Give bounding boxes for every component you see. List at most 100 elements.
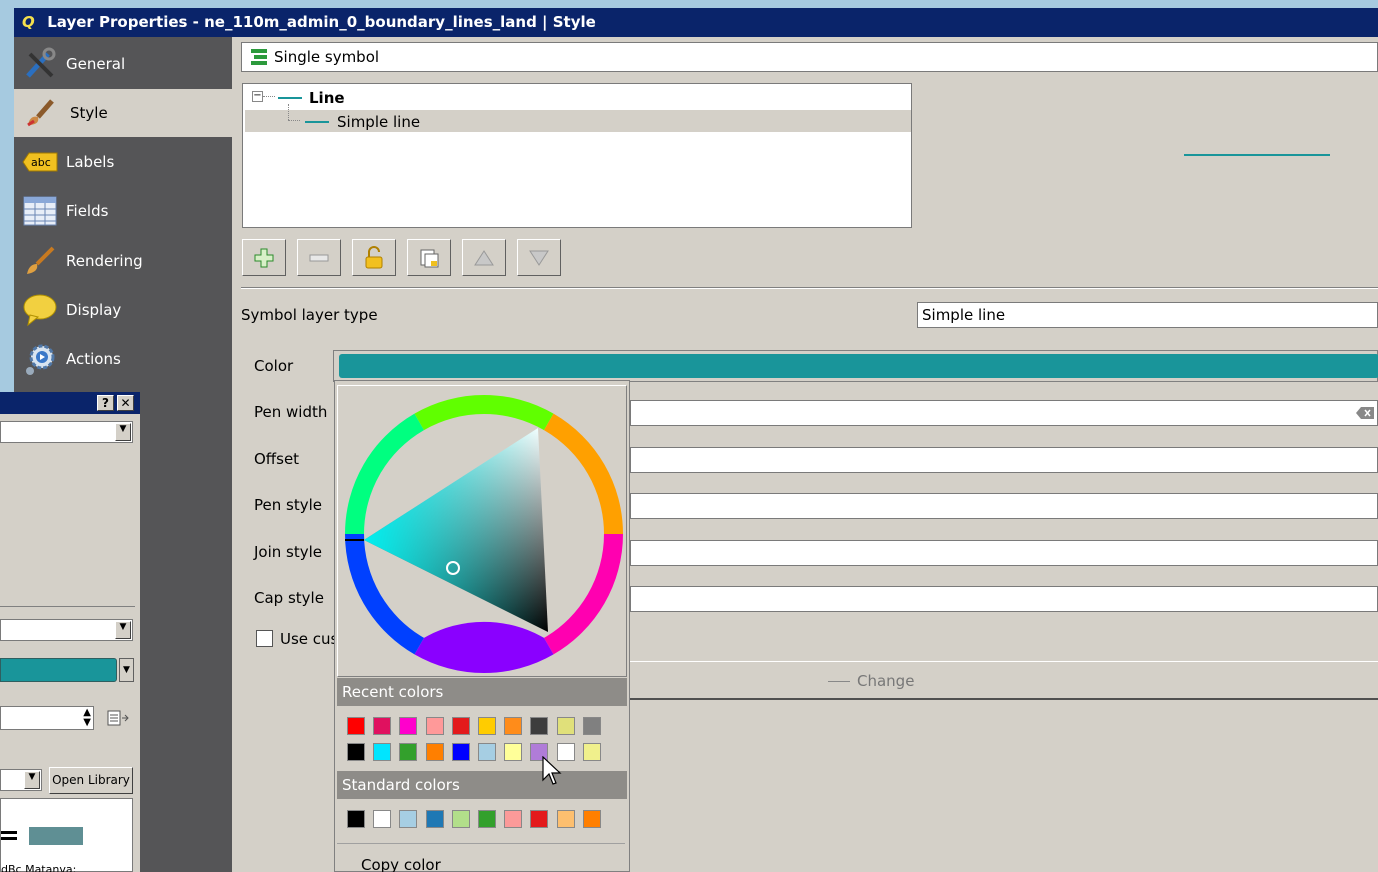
use-custom-checkbox[interactable]	[256, 630, 273, 647]
window-titlebar[interactable]: Q Layer Properties - ne_110m_admin_0_bou…	[14, 8, 1378, 37]
lock-icon	[365, 245, 383, 268]
color-swatch[interactable]	[425, 810, 444, 828]
pen-width-input[interactable]	[630, 400, 1378, 426]
color-swatch[interactable]	[556, 717, 575, 735]
color-swatch[interactable]	[373, 810, 392, 828]
symbol-layer-type-combo[interactable]: Simple line	[917, 302, 1378, 328]
color-swatch[interactable]	[530, 717, 549, 735]
tree-line	[263, 96, 275, 97]
standard-colors-header: Standard colors	[337, 771, 627, 799]
dock-color-button[interactable]	[0, 658, 117, 682]
color-swatch[interactable]	[504, 810, 523, 828]
color-swatch[interactable]	[425, 743, 444, 761]
color-swatch[interactable]	[373, 743, 392, 761]
color-swatch[interactable]	[347, 810, 365, 828]
sidebar-item-label: Actions	[66, 350, 121, 368]
color-swatch[interactable]	[582, 743, 601, 761]
color-swatch[interactable]	[530, 810, 549, 828]
sidebar-item-general[interactable]: General	[14, 40, 232, 88]
color-swatch[interactable]	[556, 810, 575, 828]
color-wheel-panel	[337, 385, 627, 677]
sidebar-item-label: Rendering	[66, 252, 143, 270]
color-wheel[interactable]	[338, 386, 628, 678]
divider	[0, 606, 135, 607]
offset-label: Offset	[254, 450, 300, 468]
pen-style-combo[interactable]	[630, 493, 1378, 519]
cap-style-combo[interactable]	[630, 586, 1378, 612]
symbol-preview-list[interactable]: dBc Matanva:	[0, 798, 133, 872]
sidebar: General Style abc Labels Fields Renderin…	[14, 37, 232, 392]
sidebar-item-style[interactable]: Style	[14, 89, 232, 137]
color-swatch	[339, 354, 1378, 378]
color-swatch[interactable]	[504, 743, 523, 761]
color-swatch[interactable]	[451, 743, 470, 761]
dock-combo-3[interactable]: ▼	[0, 769, 42, 791]
sidebar-item-labels[interactable]: abc Labels	[14, 138, 232, 186]
symbol-name: dBc Matanva:	[1, 863, 77, 872]
arrow-down-icon	[529, 250, 549, 266]
color-swatch[interactable]	[504, 717, 523, 735]
duplicate-layer-button[interactable]	[407, 239, 451, 276]
color-swatch[interactable]	[399, 717, 418, 735]
remove-layer-button[interactable]	[297, 239, 341, 276]
line-symbol-icon	[828, 681, 850, 682]
lock-layer-button[interactable]	[352, 239, 396, 276]
mouse-pointer-icon	[542, 755, 562, 786]
clear-icon[interactable]	[1355, 406, 1375, 420]
sidebar-item-label: Style	[70, 104, 108, 122]
move-up-button[interactable]	[462, 239, 506, 276]
color-swatch[interactable]	[399, 810, 418, 828]
tree-line	[288, 104, 289, 120]
sidebar-item-label: Display	[66, 301, 122, 319]
join-style-combo[interactable]	[630, 540, 1378, 566]
collapse-icon[interactable]: −	[252, 91, 263, 102]
sidebar-item-actions[interactable]: Actions	[14, 335, 232, 383]
dock-combo-1[interactable]: ▼	[0, 421, 133, 443]
sidebar-item-fields[interactable]: Fields	[14, 187, 232, 235]
sidebar-item-display[interactable]: Display	[14, 286, 232, 334]
color-popup-menu[interactable]: Recent colors Standard colors Copy color	[334, 380, 630, 872]
color-swatch[interactable]	[347, 743, 365, 761]
tree-item-line[interactable]: Line	[309, 89, 345, 107]
chevron-down-icon: ▼	[115, 423, 131, 441]
change-button[interactable]: Change	[857, 672, 914, 690]
line-symbol-icon	[278, 97, 302, 99]
copy-color-item[interactable]: Copy color	[361, 856, 441, 872]
color-swatch[interactable]	[347, 717, 365, 735]
line-symbol-icon	[1, 837, 17, 840]
add-layer-button[interactable]	[242, 239, 286, 276]
color-swatch[interactable]	[478, 810, 496, 828]
color-swatch[interactable]	[582, 810, 601, 828]
sidebar-item-rendering[interactable]: Rendering	[14, 237, 232, 285]
offset-input[interactable]	[630, 447, 1378, 473]
color-swatch[interactable]	[478, 717, 496, 735]
window-title: Layer Properties - ne_110m_admin_0_bound…	[47, 13, 596, 31]
color-button[interactable]	[333, 350, 1378, 382]
help-button[interactable]: ?	[97, 395, 114, 411]
chevron-down-icon[interactable]: ▼	[119, 658, 134, 682]
divider	[630, 661, 1378, 662]
color-swatch[interactable]	[582, 717, 601, 735]
color-swatch[interactable]	[399, 743, 418, 761]
spin-arrows-icon[interactable]: ▲ ▼	[83, 708, 91, 728]
move-down-button[interactable]	[517, 239, 561, 276]
chevron-down-icon: ▼	[24, 771, 40, 789]
divider	[337, 843, 625, 844]
symbol-layer-tree[interactable]: − Line Simple line	[242, 83, 912, 228]
color-swatch[interactable]	[373, 717, 392, 735]
dock-spinbox[interactable]: ▲ ▼	[0, 706, 94, 730]
color-swatch[interactable]	[451, 810, 470, 828]
use-custom-label: Use cus	[280, 630, 334, 648]
symbol-layer-type-label: Symbol layer type	[241, 306, 378, 324]
open-library-button[interactable]: Open Library	[49, 767, 133, 794]
data-defined-icon[interactable]	[104, 708, 130, 728]
dock-combo-2[interactable]: ▼	[0, 619, 133, 641]
qgis-logo-icon: Q	[22, 13, 35, 31]
close-icon[interactable]: ✕	[117, 395, 134, 411]
renderer-combo[interactable]: Single symbol	[241, 42, 1378, 72]
color-swatch[interactable]	[478, 743, 496, 761]
color-swatch[interactable]	[425, 717, 444, 735]
abc-label-icon: abc	[14, 138, 66, 186]
color-swatch[interactable]	[451, 717, 470, 735]
divider	[241, 287, 1378, 289]
